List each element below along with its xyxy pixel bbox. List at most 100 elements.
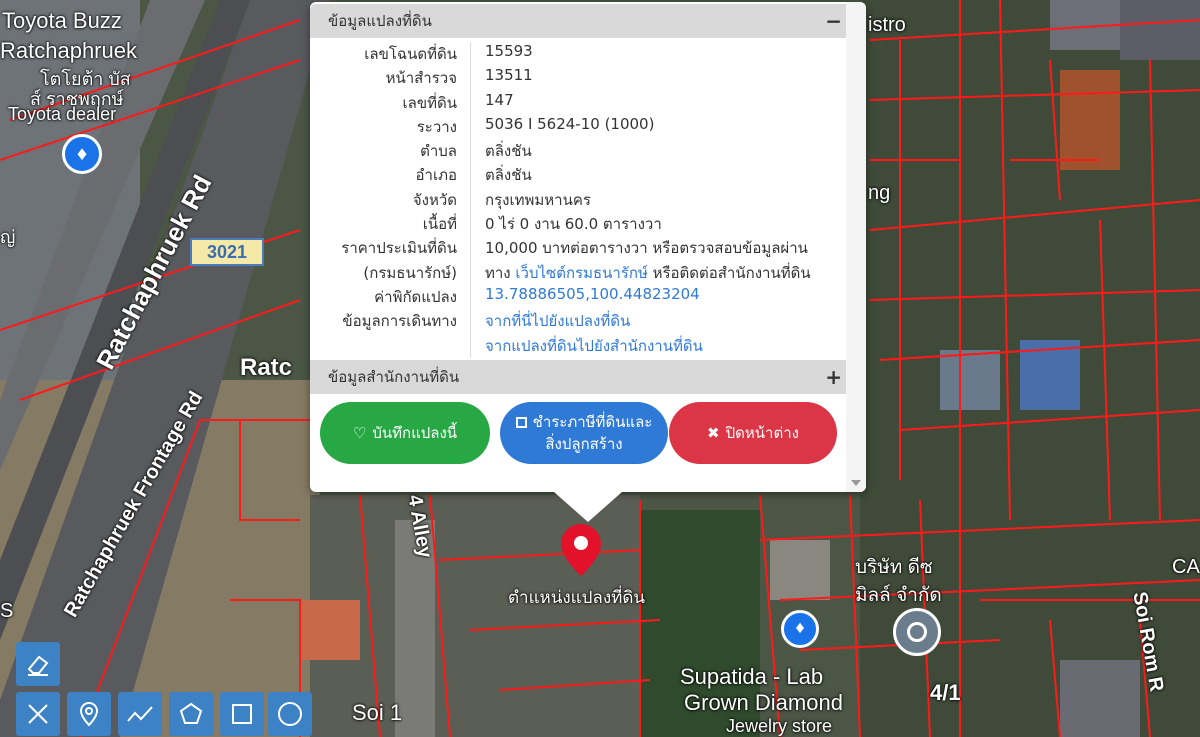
directions-to-office-link[interactable]: จากแปลงที่ดินไปยังสำนักงานที่ดิน [471,334,703,358]
info-label: หน้าสำรวจ [310,66,471,91]
eraser-icon [27,655,49,676]
measure-tool-button[interactable] [16,692,60,736]
map-label-side-thai: ญ่ [0,227,16,247]
dept-suffix: หรือติดต่อสำนักงานที่ดิน [647,263,811,282]
info-row: ตำบล ตลิ่งชัน [310,139,846,164]
map-marker-icon [79,701,99,727]
info-row-travel: ข้อมูลการเดินทาง จากที่นี่ไปยังแปลงที่ดิ… [310,309,846,334]
info-row: จังหวัด กรุงเทพมหานคร [310,187,846,213]
info-label: เนื้อที่ [310,212,471,237]
map-label-company: บริษัท ดีซ [855,557,933,578]
info-row: เนื้อที่ 0 ไร่ 0 งาน 60.0 ตารางวา [310,212,846,237]
pay-tax-label-2: สิ่งปลูกสร้าง [545,435,623,453]
circle-icon [278,702,302,726]
parcel-info-popup: ข้อมูลแปลงที่ดิน − เลขโฉนดที่ดิน 15593 หน้… [310,2,866,522]
map-label-ratchaphruek: Ratchaphruek [0,38,137,63]
map-label-s: S [0,600,14,622]
save-parcel-label: บันทึกแปลงนี้ [372,424,458,442]
circle-tool-button[interactable] [268,692,312,736]
map-label-ng: ng [868,182,891,204]
diamond-store-icon[interactable] [893,608,941,656]
info-label: ระวาง [310,114,471,140]
shopping-bag-icon[interactable]: ♦ [781,610,819,648]
rectangle-icon [232,704,252,724]
info-label: ข้อมูลการเดินทาง [310,309,471,334]
info-row-dept: (กรมธนารักษ์) ทาง เว็บไซต์กรมธนารักษ์ หร… [310,260,846,285]
info-label: เลขที่ดิน [310,90,471,115]
times-icon: ✖ [707,424,720,442]
pay-tax-line1: ชำระภาษีที่ดินและ [515,411,653,433]
section-parcel-info-title: ข้อมูลแปลงที่ดิน [328,12,432,30]
map-label-istro: istro [868,14,906,36]
pay-tax-button[interactable]: ชำระภาษีที่ดินและ สิ่งปลูกสร้าง [500,402,668,464]
parcel-info-table: เลขโฉนดที่ดิน 15593 หน้าสำรวจ 13511 เลขที่ดิ… [310,42,846,358]
ruler-pencil-icon [28,704,48,724]
info-row-coord: ค่าพิกัดแปลง 13.78886505,100.44823204 [310,284,846,310]
map-marker-icon[interactable] [561,524,601,576]
save-parcel-button[interactable]: ♡ บันทึกแปลงนี้ [320,402,490,464]
info-label: จังหวัด [310,187,471,213]
map-label-toyota-dealer: Toyota dealer [8,104,117,124]
polyline-icon [127,706,153,722]
info-row: หน้าสำรวจ 13511 [310,66,846,91]
map-label-41: 4/1 [930,680,961,705]
info-value: 0 ไร่ 0 งาน 60.0 ตารางวา [485,215,662,234]
directions-to-parcel-link[interactable]: จากที่นี่ไปยังแปลงที่ดิน [471,309,630,333]
shopping-bag-icon[interactable]: ♦ [62,134,102,174]
info-value: ตลิ่งชัน [485,166,532,185]
info-value: 5036 I 5624-10 (1000) [485,114,655,133]
section-parcel-info-header[interactable]: ข้อมูลแปลงที่ดิน − [310,4,846,38]
info-row-price: ราคาประเมินที่ดิน 10,000 บาทต่อตารางวา ห… [310,236,846,261]
map-label-grown: Grown Diamond [684,690,843,715]
info-label: ตำบล [310,139,471,164]
map-label-company2: มิลล์ จำกัด [855,585,942,606]
polyline-tool-button[interactable] [118,692,162,736]
info-value: 10,000 บาทต่อตารางวา หรือตรวจสอบข้อมูลผ่… [485,239,808,258]
section-land-office-title: ข้อมูลสำนักงานที่ดิน [328,368,460,386]
info-value: 15593 [485,42,533,60]
polygon-icon [179,702,203,724]
map-label-ca: CA [1172,556,1200,578]
section-land-office-header[interactable]: ข้อมูลสำนักงานที่ดิน + [310,360,846,394]
map-label-ratc: Ratc [240,354,293,381]
heart-icon: ♡ [352,424,367,442]
road-number-shield: 3021 [190,238,264,266]
popup-arrow [554,492,622,522]
scroll-down-arrow-icon[interactable] [851,480,861,486]
expand-toggle[interactable]: + [825,360,842,394]
coordinates-link[interactable]: 13.78886505,100.44823204 [471,285,700,309]
marker-label: ตำแหน่งแปลงที่ดิน [508,588,646,607]
close-window-label: ปิดหน้าต่าง [725,424,799,442]
map-label-jewelry: Jewelry store [726,716,833,736]
info-label: เลขโฉนดที่ดิน [310,42,471,67]
info-row: เลขที่ดิน 147 [310,90,846,115]
map-label-supatida: Supatida - Lab [680,664,824,689]
rectangle-tool-button[interactable] [220,692,264,736]
ring-icon [907,622,927,642]
info-value: 13511 [485,66,533,85]
info-row: ระวาง 5036 I 5624-10 (1000) [310,114,846,140]
info-label: ราคาประเมินที่ดิน [310,236,471,261]
info-value: ทาง เว็บไซต์กรมธนารักษ์ หรือติดต่อสำนักง… [471,261,811,285]
info-label: (กรมธนารักษ์) [310,260,471,285]
info-row: เลขโฉนดที่ดิน 15593 [310,42,846,67]
pay-tax-label-1: ชำระภาษีที่ดินและ [532,413,653,431]
info-value: ตลิ่งชัน [485,142,532,161]
qrcode-icon [515,417,527,428]
marker-tool-button[interactable] [67,692,111,736]
close-window-button[interactable]: ✖ ปิดหน้าต่าง [669,402,837,464]
info-label: ค่าพิกัดแปลง [310,284,471,310]
map-label-soi1: Soi 1 [352,700,403,725]
collapse-toggle[interactable]: − [825,4,842,38]
info-value: กรุงเทพมหานคร [485,190,591,209]
info-value: 147 [485,90,514,109]
info-label [310,333,471,358]
polygon-tool-button[interactable] [169,692,213,736]
eraser-tool-button[interactable] [16,642,60,686]
info-label: อำเภอ [310,163,471,188]
treasury-website-link[interactable]: เว็บไซต์กรมธนารักษ์ [515,264,647,282]
popup-scrollbar[interactable] [846,2,866,492]
dept-prefix: ทาง [485,263,516,282]
info-row: อำเภอ ตลิ่งชัน [310,163,846,188]
info-row-travel-2: จากแปลงที่ดินไปยังสำนักงานที่ดิน [310,333,846,358]
